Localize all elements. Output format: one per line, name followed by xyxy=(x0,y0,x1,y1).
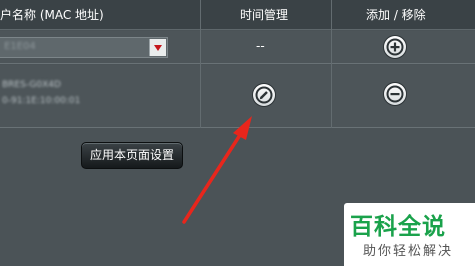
watermark-title: 百科全说 xyxy=(350,214,446,240)
watermark: 百科全说 助你轻松解决 xyxy=(344,203,475,266)
watermark-subtitle: 助你轻松解决 xyxy=(363,244,454,259)
